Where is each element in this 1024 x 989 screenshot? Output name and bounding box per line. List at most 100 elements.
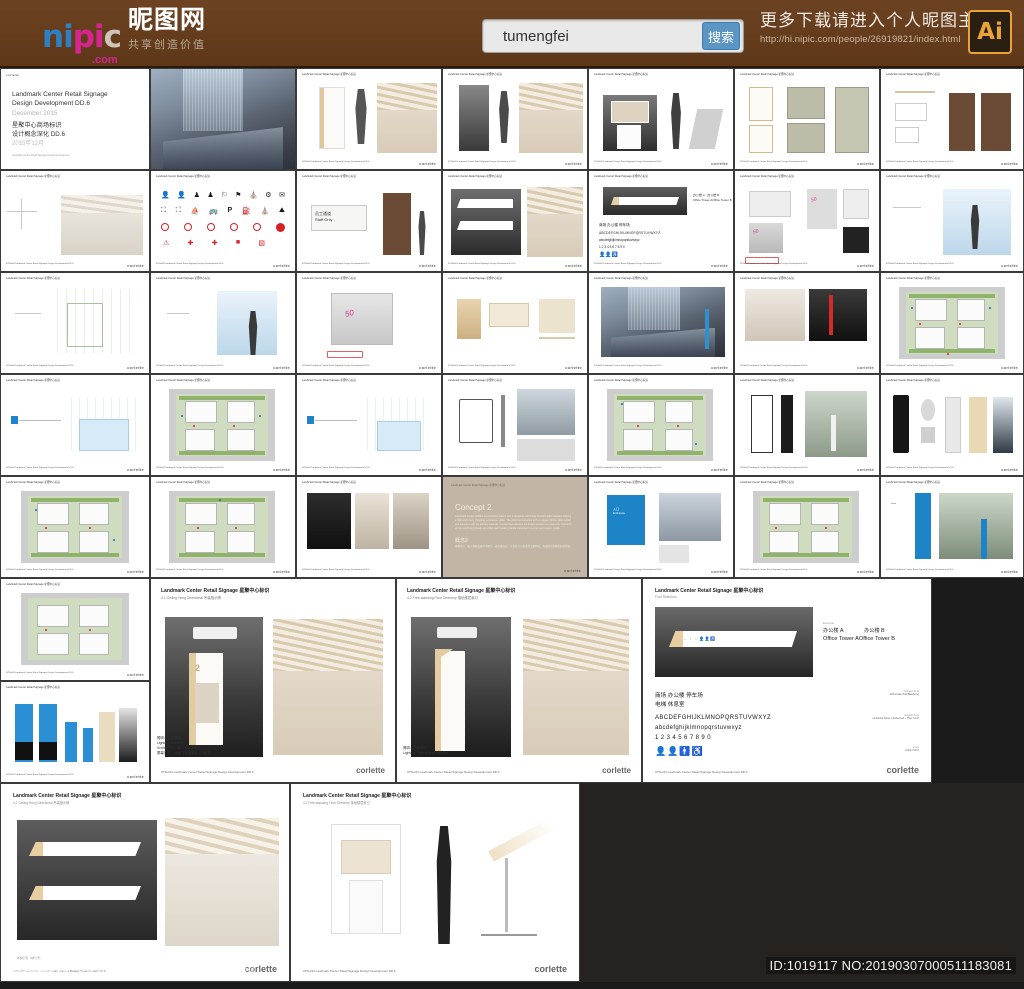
sheet-header: Landmark Center Retail Signage 星聚中心标识 [302, 175, 436, 179]
slide-interior-photo[interactable]: Landmark Center Retail Signage 星聚中心标识 07… [0, 170, 150, 272]
lighting-label-en: Lighting: Internally Illuminated [403, 751, 448, 756]
brand-mark: corlette [419, 161, 436, 166]
slide-siteplan-1[interactable]: Landmark Center Retail Signage 星聚中心标识 07… [880, 272, 1024, 374]
slide-wood-study[interactable]: Landmark Center Retail Signage 星聚中心标识 07… [442, 272, 588, 374]
slide-typography-sheet[interactable]: Landmark Center Retail Signage 星聚中心标识 Fo… [642, 578, 932, 783]
slide-siteplan-7[interactable]: Landmark Center Retail Signage 星聚中心标识 07… [0, 578, 150, 681]
search-bar[interactable]: 搜索 [482, 19, 744, 53]
slide-wall-sign[interactable]: Landmark Center Retail Signage 星聚中心标识 员工… [296, 170, 442, 272]
zoom-detail-panel: 500 mm 10 mm 4321 B1-B2 B3-B4 1150 mm 50… [580, 783, 1024, 982]
search-input[interactable] [483, 28, 702, 45]
logo-wordmark: nipic [42, 23, 121, 52]
slide-night-shops-2[interactable]: Landmark Center Retail Signage 星聚中心标识 07… [296, 476, 442, 578]
slide-siteplan-5[interactable]: Landmark Center Retail Signage 星聚中心标识 07… [150, 476, 296, 578]
slide-exterior-render-2[interactable]: Landmark Center Retail Signage 星聚中心标识 07… [588, 272, 734, 374]
slide-totem-street[interactable]: Landmark Center Retail Signage 星聚中心标识 07… [442, 374, 588, 476]
title-cn-1: 星聚中心商场标识 [12, 122, 144, 131]
slide-totem-study-a[interactable]: Landmark Center Retail Signage 星聚中心标识 07… [296, 68, 442, 170]
slide-poster-pink[interactable]: Landmark Center Retail Signage 星聚中心标识 50… [296, 272, 442, 374]
thumbnail-row: corlette Landmark Center Retail Signage … [0, 68, 1024, 170]
slide-door-sign-b[interactable]: Landmark Center Retail Signage 星聚中心标识 07… [880, 68, 1024, 170]
brand-mark: corlette [886, 765, 919, 775]
sheet-footer: 07SH-64 Landmark Center Retail Signage D… [6, 569, 73, 574]
sheet-footer: 07SH-64 Landmark Center Retail Signage D… [156, 569, 223, 574]
slide-blue-elevation-b[interactable]: Landmark Center Retail Signage 星聚中心标识 07… [296, 374, 442, 476]
slide-kiosk-elevation[interactable]: Landmark Center Retail Signage 星聚中心标识 07… [588, 68, 734, 170]
sheet-footer: 07SH-64 Landmark Center Retail Signage D… [740, 365, 807, 370]
slide-exterior-render[interactable] [150, 68, 296, 170]
slide-totem-family[interactable]: Landmark Center Retail Signage 星聚中心标识 07… [880, 374, 1024, 476]
sheet-header: Landmark Center Retail Signage 星聚中心标识 [303, 792, 567, 799]
sheet-footer: 07SH-64 Landmark Center Retail Signage D… [740, 161, 807, 166]
sheet-header: Landmark Center Retail Signage 星聚中心标识 [886, 175, 1018, 179]
slide-concept-2[interactable]: Landmark Center Retail Signage 星聚中心标识 Co… [442, 476, 588, 578]
slide-title-page[interactable]: corlette Landmark Center Retail Signage … [0, 68, 150, 170]
brand-mark: corlette [711, 365, 728, 370]
sheet-footer: 07SH-64 Landmark Center Retail Signage D… [886, 569, 953, 574]
sheet-header: Landmark Center Retail Signage 星聚中心标识 [302, 73, 436, 77]
sheet-header: Landmark Center Retail Signage 星聚中心标识 [302, 277, 436, 281]
sheet-header: Landmark Center Retail Signage 星聚中心标识 [451, 483, 505, 487]
sheet-header: Landmark Center Retail Signage 星聚中心标识 [594, 277, 728, 281]
slide-siteplan-4[interactable]: Landmark Center Retail Signage 星聚中心标识 07… [0, 476, 150, 578]
brand-mark: corlette [857, 569, 874, 574]
slide-mirror-sign[interactable]: Landmark Center Retail Signage 星聚中心标识 07… [880, 170, 1024, 272]
title-cn-2: 设计概念深化 DD.6 [12, 131, 144, 140]
sheet-header: Landmark Center Retail Signage 星聚中心标识 [448, 175, 582, 179]
slide-freestanding-sheet[interactable]: Landmark Center Retail Signage 星聚中心标识 4.… [290, 783, 580, 982]
alphabet-lower: abcdefghijklmnopqrstuvwxyz [655, 725, 742, 731]
slide-blue-totem-b[interactable]: Landmark Center Retail Signage 星聚中心标识 07… [880, 476, 1024, 578]
brand-mark: corlette [419, 263, 436, 268]
slide-siteplan-2[interactable]: Landmark Center Retail Signage 星聚中心标识 07… [150, 374, 296, 476]
sheet-header: Landmark Center Retail Signage 星聚中心标识 [886, 277, 1018, 281]
search-button[interactable]: 搜索 [702, 22, 740, 50]
slide-facade-elevation[interactable]: Landmark Center Retail Signage 星聚中心标识 07… [0, 272, 150, 374]
brand-mark: corlette [419, 569, 436, 574]
pictogram-sample: 👤👤🚹♿ [655, 746, 704, 757]
slide-banner-set[interactable]: Landmark Center Retail Signage 星聚中心标识 50… [734, 170, 880, 272]
brand-mark: corlette [1001, 365, 1018, 370]
example-en-a: Office Tower A [823, 636, 859, 642]
slide-ceiling-sign[interactable]: Landmark Center Retail Signage 星聚中心标识 07… [442, 170, 588, 272]
slide-totem-garden[interactable]: Landmark Center Retail Signage 星聚中心标识 07… [734, 374, 880, 476]
sheet-footer: 07SH-64 Landmark Center Retail Signage D… [156, 263, 223, 268]
slide-siteplan-6[interactable]: Landmark Center Retail Signage 星聚中心标识 07… [734, 476, 880, 578]
concept-body-en: Landmark Center profiles two premium tow… [455, 515, 573, 531]
brand-mark: corlette [711, 467, 728, 472]
slide-kiosk-detail-sheet[interactable]: Landmark Center Retail Signage 星聚中心标识 4.… [150, 578, 396, 783]
promo-url[interactable]: http://hi.nipic.com/people/26919821/inde… [760, 34, 994, 45]
sheet-header: Landmark Center Retail Signage 星聚中心标识 [740, 73, 874, 77]
slide-blue-totem-a[interactable]: Landmark Center Retail Signage 星聚中心标识 入口… [588, 476, 734, 578]
site-logo[interactable]: nipic .com 昵图网 共享创造价值 [42, 8, 206, 52]
brand-mark: corlette [127, 263, 144, 268]
brand-mark: corlette [857, 467, 874, 472]
cn-sample-2: 电梯 休息室 [655, 700, 685, 708]
slide-glass-person[interactable]: Landmark Center Retail Signage 星聚中心标识 07… [150, 272, 296, 374]
promo-block[interactable]: 更多下载请进入个人昵图主页 http://hi.nipic.com/people… [760, 11, 994, 45]
sheet-header: Landmark Center Retail Signage 星聚中心标识 [6, 379, 144, 383]
brand-mark: corlette [127, 467, 144, 472]
example-cn-a: 办公楼 A [823, 628, 843, 634]
slide-siteplan-3[interactable]: Landmark Center Retail Signage 星聚中心标识 07… [588, 374, 734, 476]
slide-pictogram-library[interactable]: Landmark Center Retail Signage 星聚中心标识 👤👤… [150, 170, 296, 272]
concept-body-cn: 星聚中心，融入两座高端写字楼与一座高端商业，以木质与白色漆为主要材质，构成简洁优… [455, 545, 573, 549]
sheet-header: Landmark Center Retail Signage 星聚中心标识 [740, 277, 874, 281]
sheet-subheader: 4.1 Ceiling Hung Directional 吊装指示牌 [161, 595, 385, 600]
sheet-footer: 07SH-64 Landmark Center Retail Signage D… [594, 569, 661, 574]
slide-blue-elevation-a[interactable]: Landmark Center Retail Signage 星聚中心标识 07… [0, 374, 150, 476]
title-date-en: December 2015 [12, 109, 144, 119]
slide-blue-family-elevation[interactable]: Landmark Center Retail Signage 星聚中心标识 07… [0, 681, 150, 783]
sheet-header: Landmark Center Retail Signage 星聚中心标识 [161, 587, 385, 594]
sheet-footer: 07SH-64 Landmark Center Retail Signage D… [6, 774, 73, 779]
slide-totem-study-b[interactable]: Landmark Center Retail Signage 星聚中心标识 07… [442, 68, 588, 170]
screen-label-cn: 屏幕尺寸：46英寸液晶屏幕 (待确定) [157, 751, 211, 756]
slide-door-sign-a[interactable]: Landmark Center Retail Signage 星聚中心标识 07… [734, 68, 880, 170]
brand-mark: corlette [565, 161, 582, 166]
slide-night-shops[interactable]: Landmark Center Retail Signage 星聚中心标识 07… [734, 272, 880, 374]
slide-typography-mini[interactable]: Landmark Center Retail Signage 星聚中心标识 办公… [588, 170, 734, 272]
typo-digits: 1 2 3 4 5 6 7 8 9 0 [599, 245, 625, 249]
slide-directory-detail-sheet[interactable]: Landmark Center Retail Signage 星聚中心标识 4.… [396, 578, 642, 783]
sheet-footer: 07SH-64 Landmark Center Retail Signage D… [448, 467, 515, 472]
logo-slogan: 共享创造价值 [128, 36, 206, 52]
logo-dotcom: .com [92, 54, 118, 66]
